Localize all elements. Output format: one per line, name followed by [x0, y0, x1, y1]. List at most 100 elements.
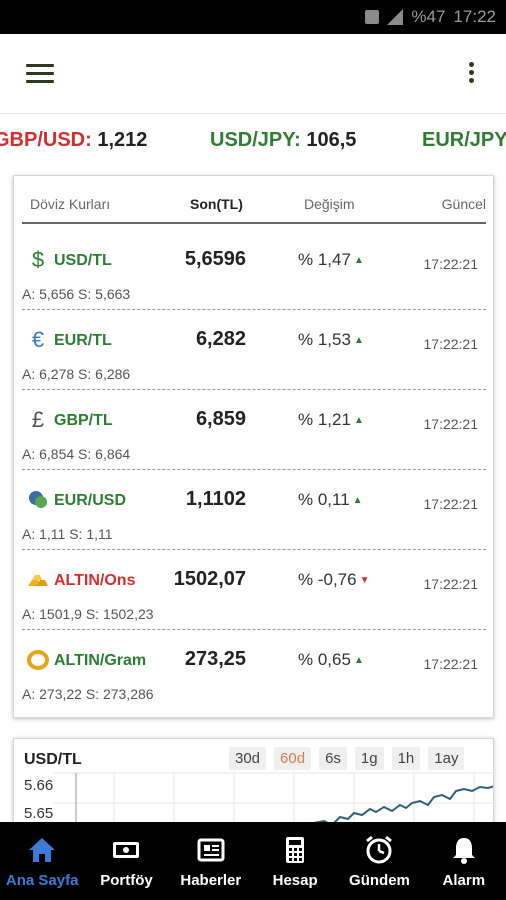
alarm-clock-icon	[366, 835, 393, 864]
header-change: Değişim	[304, 196, 355, 212]
bottom-nav: Ana Sayfa Portföy Haberler Hesap Gündem …	[0, 822, 506, 900]
rate-row[interactable]: ALTIN/Ons 1502,07 % -0,76 ▼ 17:22:21 A: 1…	[22, 550, 486, 630]
range-30d-button[interactable]: 30d	[229, 747, 267, 770]
rate-last: 6,859	[195, 408, 246, 430]
table-header: Döviz Kurları Son(TL) Değişim Güncel	[22, 184, 486, 224]
rate-time: 17:22:21	[423, 256, 479, 272]
rate-bid-ask: A: 1501,9 S: 1502,23	[22, 606, 154, 622]
signal-icon	[387, 9, 404, 25]
ticker-item[interactable]: EUR/JPY	[422, 129, 506, 152]
rate-row[interactable]: EUR/USD 1,1102 % 0,11 ▲ 17:22:21 A: 1,11 …	[22, 470, 486, 550]
ticker-pair: GBP/USD:	[0, 129, 92, 151]
pound-icon: £	[31, 407, 45, 432]
nav-label: Hesap	[272, 872, 318, 889]
rate-name: ALTIN/Gram	[54, 652, 147, 669]
status-bar: %47 17:22	[0, 0, 506, 34]
rate-name: ALTIN/Ons	[54, 572, 136, 589]
rate-last: 1502,07	[173, 568, 246, 590]
rate-time: 17:22:21	[423, 496, 479, 512]
notification-icon	[365, 10, 380, 24]
ticker-pair: USD/JPY:	[210, 129, 301, 151]
rate-name: USD/TL	[54, 252, 112, 269]
header-updated: Güncel	[441, 196, 486, 212]
nav-item-portfolio[interactable]: Portföy	[84, 822, 168, 900]
range-1h-button[interactable]: 1h	[391, 747, 421, 770]
range-6s-button[interactable]: 6s	[319, 747, 347, 770]
rate-change: % 1,53 ▲	[298, 330, 364, 349]
rate-bid-ask: A: 5,656 S: 5,663	[22, 286, 131, 302]
calculator-icon	[286, 837, 305, 863]
rate-bid-ask: A: 273,22 S: 273,286	[22, 686, 154, 702]
rate-row[interactable]: $ USD/TL 5,6596 % 1,47 ▲ 17:22:21 A: 5,65…	[22, 230, 486, 310]
chart-title: USD/TL	[24, 751, 82, 768]
gold-bars-icon	[26, 568, 50, 592]
rate-name: GBP/TL	[54, 412, 113, 429]
header-name: Döviz Kurları	[30, 196, 111, 212]
rate-row[interactable]: ALTIN/Gram 273,25 % 0,65 ▲ 17:22:21 A: 27…	[22, 630, 486, 710]
dollar-icon: $	[31, 247, 45, 272]
rate-time: 17:22:21	[423, 416, 479, 432]
more-options-icon[interactable]	[466, 62, 476, 88]
currency-ticker: GBP/USD: 1,212 USD/JPY: 106,5 EUR/JPY	[0, 115, 506, 167]
down-arrow-icon: ▼	[359, 575, 370, 587]
rate-change: % 1,47 ▲	[298, 250, 364, 269]
status-time: 17:22	[453, 7, 496, 26]
nav-label: Ana Sayfa	[5, 872, 79, 889]
nav-label: Gündem	[349, 872, 410, 889]
app-bar	[0, 34, 506, 114]
ytick-label: 5.66	[24, 777, 54, 794]
ticker-value: 106,5	[306, 129, 357, 151]
range-1g-button[interactable]: 1g	[354, 747, 384, 770]
rate-change: % -0,76 ▼	[298, 570, 370, 589]
rate-bid-ask: A: 1,11 S: 1,11	[22, 526, 113, 542]
ticker-value: 1,212	[97, 129, 148, 151]
rate-name: EUR/USD	[54, 492, 127, 509]
rate-time: 17:22:21	[423, 576, 479, 592]
nav-label: Haberler	[180, 872, 242, 889]
rate-last: 5,6596	[184, 248, 246, 270]
range-selector: 30d 60d 6s 1g 1h 1ay	[229, 747, 465, 770]
newspaper-icon	[197, 838, 225, 862]
range-1ay-button[interactable]: 1ay	[428, 747, 465, 770]
euro-icon: €	[31, 327, 45, 352]
rate-change: % 1,21 ▲	[298, 410, 364, 429]
rate-last: 273,25	[184, 648, 246, 670]
rate-time: 17:22:21	[423, 336, 479, 352]
rates-card: Döviz Kurları Son(TL) Değişim Güncel $ U…	[13, 175, 494, 718]
home-icon	[29, 838, 56, 862]
rate-last: 1,1102	[185, 488, 246, 510]
wallet-icon	[113, 842, 140, 858]
nav-item-home[interactable]: Ana Sayfa	[0, 822, 84, 900]
menu-icon[interactable]	[26, 64, 54, 84]
ticker-item[interactable]: USD/JPY: 106,5	[210, 129, 356, 152]
rate-change: % 0,11 ▲	[298, 490, 363, 509]
rate-change: % 0,65 ▲	[298, 650, 364, 669]
up-arrow-icon: ▲	[353, 335, 364, 347]
rate-bid-ask: A: 6,854 S: 6,864	[22, 446, 131, 462]
header-last: Son(TL)	[190, 196, 243, 212]
nav-item-agenda[interactable]: Gündem	[337, 822, 421, 900]
gold-ring-icon	[26, 648, 50, 672]
nav-label: Alarm	[442, 872, 486, 889]
up-arrow-icon: ▲	[352, 495, 363, 507]
nav-item-calculator[interactable]: Hesap	[253, 822, 337, 900]
coins-icon	[26, 488, 50, 512]
rate-row[interactable]: £ GBP/TL 6,859 % 1,21 ▲ 17:22:21 A: 6,854…	[22, 390, 486, 470]
up-arrow-icon: ▲	[353, 255, 364, 267]
ytick-label: 5.65	[24, 805, 54, 822]
rate-last: 6,282	[195, 328, 246, 350]
up-arrow-icon: ▲	[353, 655, 364, 667]
nav-label: Portföy	[100, 872, 153, 889]
rate-row[interactable]: € EUR/TL 6,282 % 1,53 ▲ 17:22:21 A: 6,278…	[22, 310, 486, 390]
range-60d-button[interactable]: 60d	[274, 747, 312, 770]
battery-level: %47	[411, 7, 446, 26]
bell-icon	[452, 838, 475, 864]
ticker-item[interactable]: GBP/USD: 1,212	[0, 129, 147, 152]
nav-item-alarm[interactable]: Alarm	[422, 822, 506, 900]
rate-name: EUR/TL	[54, 332, 112, 349]
up-arrow-icon: ▲	[353, 415, 364, 427]
rate-bid-ask: A: 6,278 S: 6,286	[22, 366, 131, 382]
rate-time: 17:22:21	[423, 656, 479, 672]
chart-line	[313, 785, 493, 827]
nav-item-news[interactable]: Haberler	[169, 822, 253, 900]
